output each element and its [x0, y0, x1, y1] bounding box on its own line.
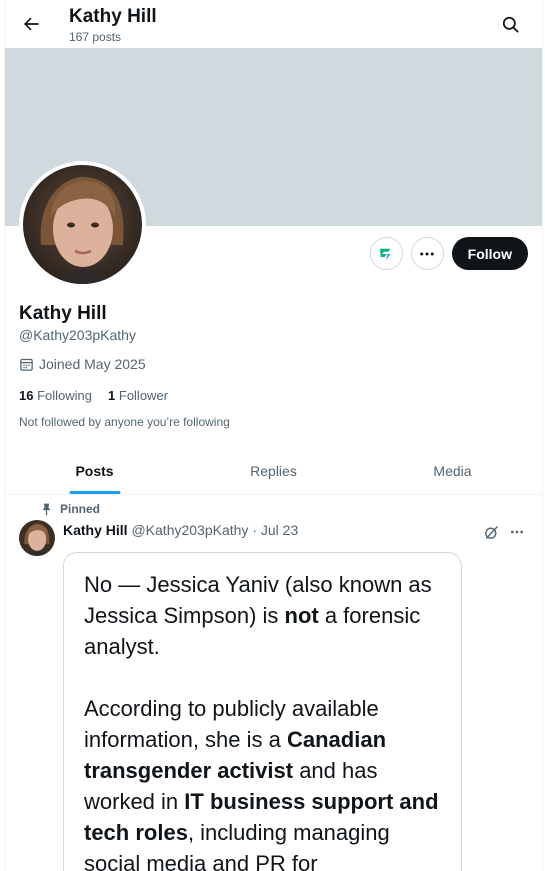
profile-handle: @Kathy203pKathy [19, 327, 136, 343]
image-paragraph-1: No — Jessica Yaniv (also known as Jessic… [84, 572, 432, 659]
profile-avatar[interactable] [19, 161, 146, 288]
joined-date: Joined May 2025 [19, 356, 146, 372]
back-button[interactable] [13, 6, 49, 42]
follow-button[interactable]: Follow [451, 237, 528, 270]
followers-link[interactable]: 1 Follower [108, 388, 168, 403]
post-handle-date[interactable]: @Kathy203pKathy · Jul 23 [131, 522, 298, 538]
profile-page: Kathy Hill 167 posts Follow Kathy Hill @… [4, 0, 543, 871]
grok-profile-button[interactable] [369, 237, 403, 270]
more-icon [420, 252, 434, 255]
follow-stats: 16 Following 1 Follower [19, 388, 168, 403]
grok-button[interactable] [480, 521, 502, 543]
post-header: Kathy Hill @Kathy203pKathy · Jul 23 [63, 522, 298, 538]
header-name: Kathy Hill [69, 6, 157, 27]
back-arrow-icon [24, 17, 39, 31]
search-icon [502, 16, 518, 32]
post-more-button[interactable] [506, 521, 528, 543]
post-author-avatar[interactable] [19, 520, 55, 556]
post-author-name[interactable]: Kathy Hill [63, 522, 128, 538]
tab-media[interactable]: Media [363, 448, 542, 494]
post-image[interactable]: No — Jessica Yaniv (also known as Jessic… [63, 552, 462, 871]
pinned-label: Pinned [60, 502, 101, 516]
not-followed-note: Not followed by anyone you’re following [19, 415, 230, 429]
verified-brand-icon [380, 248, 391, 260]
tab-posts[interactable]: Posts [5, 448, 184, 494]
calendar-icon [20, 358, 33, 371]
search-button[interactable] [492, 6, 528, 42]
profile-tabs: Posts Replies Media [5, 448, 542, 495]
top-bar: Kathy Hill 167 posts [5, 0, 542, 48]
joined-text: Joined May 2025 [39, 356, 146, 372]
header-post-count: 167 posts [69, 30, 122, 44]
pin-icon [42, 503, 51, 515]
more-icon [511, 530, 523, 534]
tab-replies[interactable]: Replies [184, 448, 363, 494]
more-options-button[interactable] [410, 237, 444, 270]
pinned-indicator: Pinned [41, 502, 100, 516]
grok-icon [484, 525, 498, 539]
profile-display-name: Kathy Hill [19, 303, 107, 324]
image-paragraph-2: According to publicly available informat… [84, 696, 439, 871]
profile-actions: Follow [369, 237, 528, 270]
following-link[interactable]: 16 Following [19, 388, 92, 403]
